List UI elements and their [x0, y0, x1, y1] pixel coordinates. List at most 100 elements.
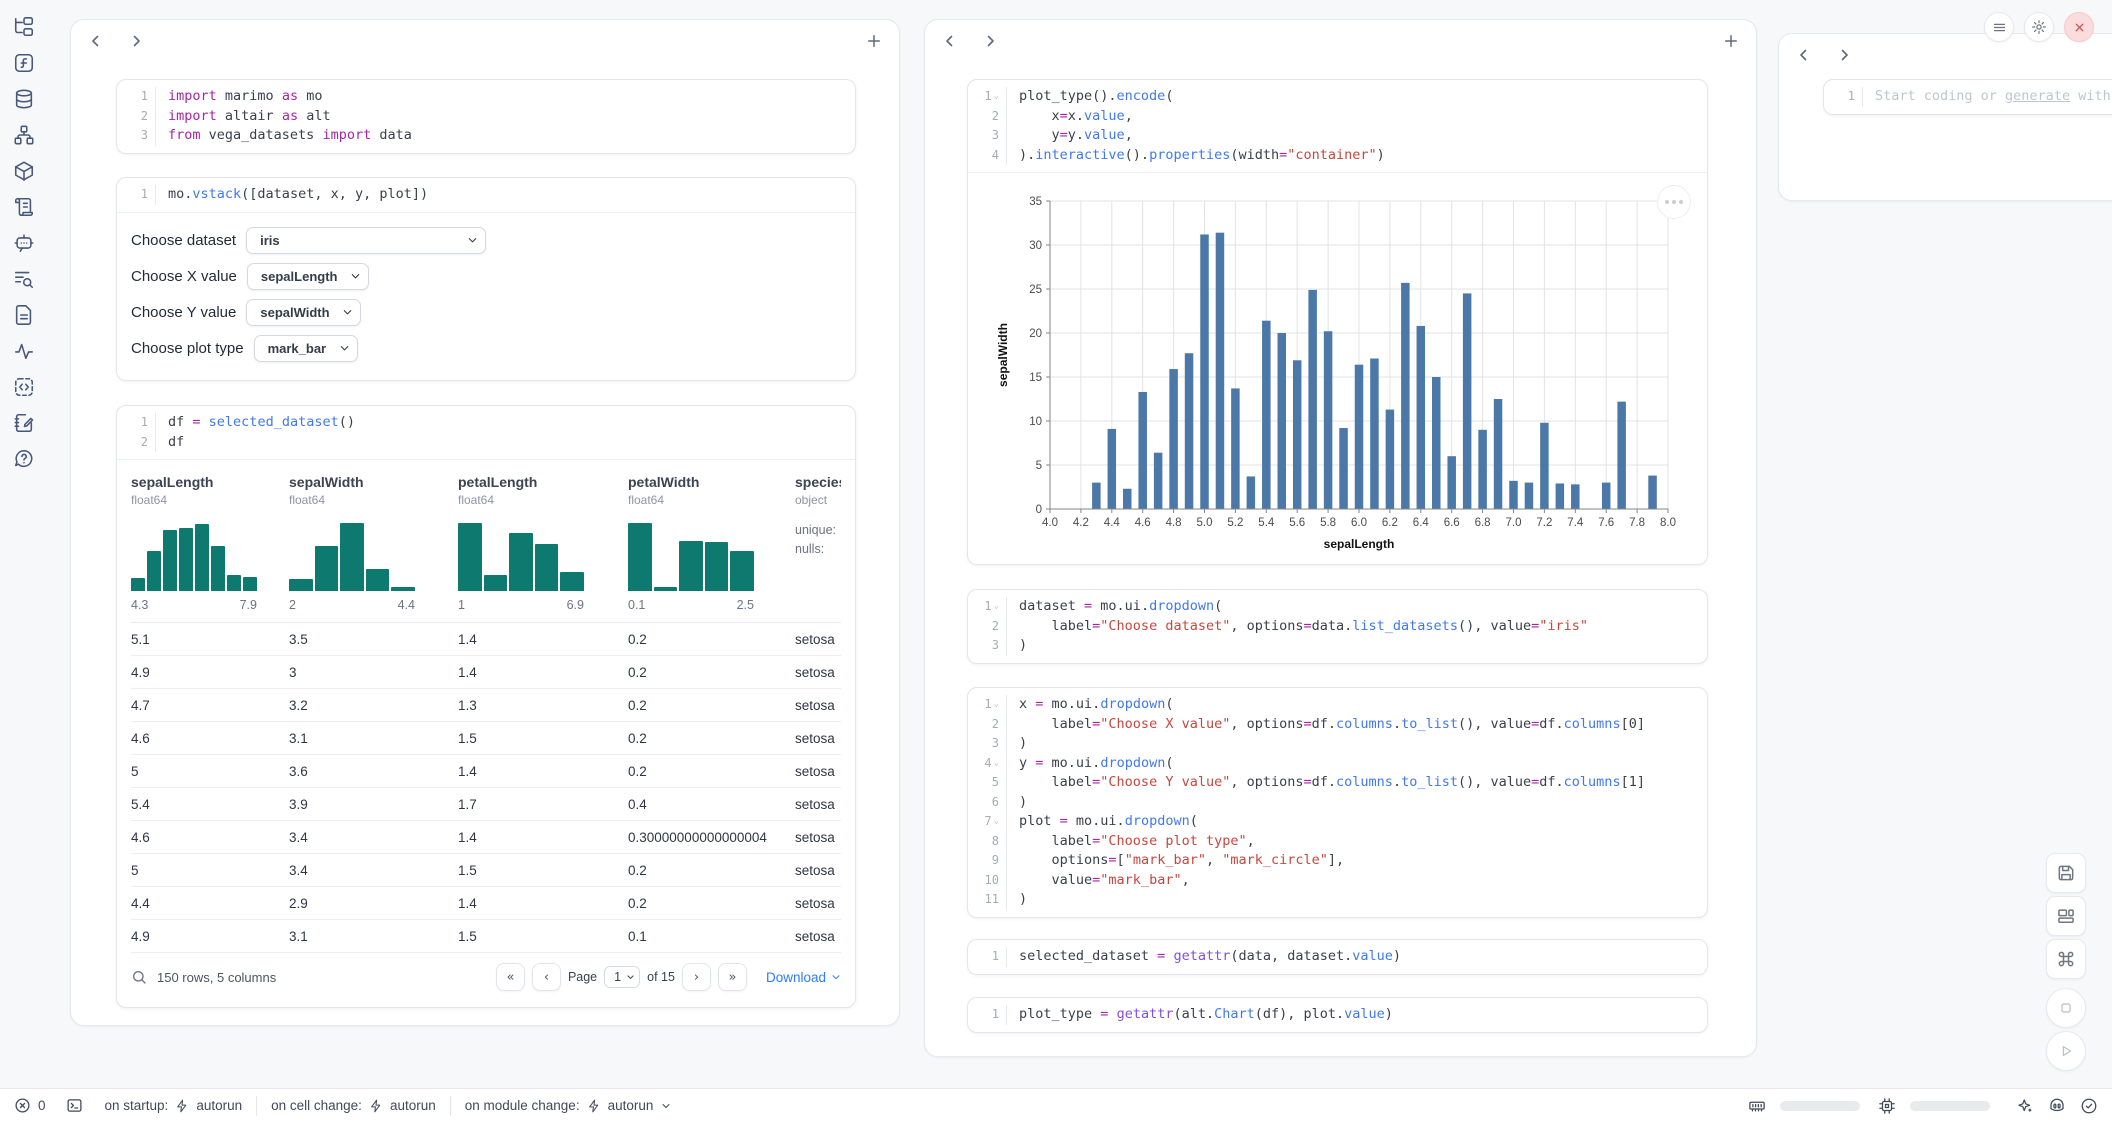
- column-header-sepalWidth[interactable]: sepalWidthfloat6424.4: [289, 474, 458, 612]
- close-button[interactable]: [2064, 12, 2094, 42]
- file-tree-icon[interactable]: [13, 16, 35, 38]
- fold-caret-icon[interactable]: ⌄: [994, 758, 999, 768]
- text-search-icon[interactable]: [13, 268, 35, 290]
- code-text[interactable]: ): [1006, 734, 1695, 754]
- code-text[interactable]: import marimo as mo: [155, 87, 843, 107]
- control-select-y-value[interactable]: sepalWidth: [246, 299, 361, 326]
- nav-prev-icon[interactable]: [87, 32, 105, 50]
- file-text-icon[interactable]: [13, 304, 35, 326]
- code-box-icon[interactable]: [13, 376, 35, 398]
- code-text[interactable]: y = mo.ui.dropdown(: [1006, 754, 1695, 774]
- fold-caret-icon[interactable]: ⌄: [994, 91, 999, 101]
- column-header-species[interactable]: speciesobjectunique:nulls:: [795, 474, 841, 612]
- code-text[interactable]: label="Choose Y value", options=df.colum…: [1006, 773, 1695, 793]
- code-text[interactable]: ): [1006, 793, 1695, 813]
- control-select-dataset[interactable]: iris: [246, 227, 486, 254]
- first-page-button[interactable]: «: [496, 963, 525, 991]
- nav-next-icon[interactable]: [127, 32, 145, 50]
- code-text[interactable]: label="Choose plot type",: [1006, 832, 1695, 852]
- code-text[interactable]: plot = mo.ui.dropdown(: [1006, 812, 1695, 832]
- code-text[interactable]: x=x.value,: [1006, 107, 1695, 127]
- network-icon[interactable]: [13, 124, 35, 146]
- code-text[interactable]: df = selected_dataset(): [155, 413, 843, 433]
- last-page-button[interactable]: »: [718, 963, 747, 991]
- add-cell-icon[interactable]: [1722, 32, 1740, 50]
- command-palette-button[interactable]: [2046, 939, 2086, 979]
- database-icon[interactable]: [13, 88, 35, 110]
- page-select[interactable]: 1: [604, 966, 640, 988]
- control-select-x-value[interactable]: sepalLength: [247, 263, 369, 290]
- table-row[interactable]: 5.43.91.70.4setosa: [131, 788, 841, 821]
- fold-caret-icon[interactable]: ⌄: [994, 699, 999, 709]
- table-row[interactable]: 4.42.91.40.2setosa: [131, 887, 841, 920]
- settings-button[interactable]: [2024, 12, 2054, 42]
- generate-with-ai-link[interactable]: generate: [2005, 88, 2070, 104]
- code-text[interactable]: value="mark_bar",: [1006, 871, 1695, 891]
- editor-placeholder[interactable]: Start coding or generate with: [1862, 87, 2112, 107]
- code-text[interactable]: label="Choose dataset", options=data.lis…: [1006, 617, 1695, 637]
- table-row[interactable]: 4.63.11.50.2setosa: [131, 722, 841, 755]
- nav-next-icon[interactable]: [1835, 46, 1853, 64]
- code-cell-dataset-dropdown[interactable]: 1⌄dataset = mo.ui.dropdown(2 label="Choo…: [967, 589, 1708, 664]
- code-text[interactable]: ): [1006, 890, 1695, 910]
- code-cell-xy-dropdowns[interactable]: 1⌄x = mo.ui.dropdown(2 label="Choose X v…: [967, 687, 1708, 918]
- table-row[interactable]: 53.61.40.2setosa: [131, 755, 841, 788]
- code-cell-vstack[interactable]: 1mo.vstack([dataset, x, y, plot]) Choose…: [116, 177, 856, 381]
- fold-caret-icon[interactable]: ⌄: [994, 816, 999, 826]
- code-text[interactable]: y=y.value,: [1006, 126, 1695, 146]
- code-text[interactable]: dataset = mo.ui.dropdown(: [1006, 597, 1695, 617]
- on-module-change-setting[interactable]: on module change: autorun: [465, 1098, 673, 1113]
- run-button[interactable]: [2046, 1031, 2086, 1071]
- column-histogram[interactable]: [131, 519, 257, 591]
- search-icon[interactable]: [131, 969, 147, 985]
- stop-button[interactable]: [2046, 988, 2086, 1028]
- copilot-icon[interactable]: [2048, 1097, 2066, 1115]
- code-cell-selected-dataset[interactable]: 1selected_dataset = getattr(data, datase…: [967, 939, 1708, 975]
- nav-next-icon[interactable]: [981, 32, 999, 50]
- save-button[interactable]: [2046, 853, 2086, 893]
- code-text[interactable]: plot_type = getattr(alt.Chart(df), plot.…: [1006, 1005, 1695, 1025]
- code-text[interactable]: ).interactive().properties(width="contai…: [1006, 146, 1695, 166]
- chart-options-button[interactable]: [1657, 185, 1691, 219]
- scroll-icon[interactable]: [13, 196, 35, 218]
- control-select-plot-type[interactable]: mark_bar: [254, 335, 358, 362]
- column-histogram[interactable]: [289, 519, 415, 591]
- code-text[interactable]: x = mo.ui.dropdown(: [1006, 695, 1695, 715]
- table-row[interactable]: 4.93.11.50.1setosa: [131, 920, 841, 953]
- prev-page-button[interactable]: ‹: [532, 963, 561, 991]
- empty-code-cell[interactable]: 1 Start coding or generate with: [1823, 79, 2112, 115]
- add-cell-icon[interactable]: [865, 32, 883, 50]
- layout-button[interactable]: [2046, 896, 2086, 936]
- function-square-icon[interactable]: [13, 52, 35, 74]
- table-row[interactable]: 4.73.21.30.2setosa: [131, 689, 841, 722]
- activity-icon[interactable]: [13, 340, 35, 362]
- code-text[interactable]: options=["mark_bar", "mark_circle"],: [1006, 851, 1695, 871]
- code-text[interactable]: ): [1006, 636, 1695, 656]
- code-text[interactable]: label="Choose X value", options=df.colum…: [1006, 715, 1695, 735]
- fold-caret-icon[interactable]: ⌄: [994, 601, 999, 611]
- code-cell-dataframe[interactable]: 1df = selected_dataset()2df sepalLengthf…: [116, 405, 856, 1008]
- download-button[interactable]: Download: [766, 970, 841, 985]
- code-cell-plot-type[interactable]: 1plot_type = getattr(alt.Chart(df), plot…: [967, 997, 1708, 1033]
- code-text[interactable]: selected_dataset = getattr(data, dataset…: [1006, 947, 1695, 967]
- menu-button[interactable]: [1984, 12, 2014, 42]
- on-startup-setting[interactable]: on startup: autorun: [105, 1098, 243, 1113]
- table-row[interactable]: 53.41.50.2setosa: [131, 854, 841, 887]
- bot-chat-icon[interactable]: [13, 232, 35, 254]
- on-cell-change-setting[interactable]: on cell change: autorun: [271, 1098, 436, 1113]
- help-bubble-icon[interactable]: [13, 448, 35, 470]
- table-row[interactable]: 5.13.51.40.2setosa: [131, 623, 841, 656]
- column-histogram[interactable]: [628, 519, 754, 591]
- notebook-pen-icon[interactable]: [13, 412, 35, 434]
- code-text[interactable]: from vega_datasets import data: [155, 126, 843, 146]
- column-header-petalWidth[interactable]: petalWidthfloat640.12.5: [628, 474, 795, 612]
- error-indicator[interactable]: 0: [14, 1097, 46, 1114]
- package-icon[interactable]: [13, 160, 35, 182]
- code-text[interactable]: import altair as alt: [155, 107, 843, 127]
- sparkles-icon[interactable]: [2016, 1097, 2034, 1115]
- column-histogram[interactable]: [458, 519, 584, 591]
- code-cell-chart[interactable]: 1⌄plot_type().encode(2 x=x.value,3 y=y.v…: [967, 79, 1708, 565]
- bar-chart[interactable]: 051015202530354.04.24.44.64.85.05.25.45.…: [994, 187, 1697, 560]
- column-header-sepalLength[interactable]: sepalLengthfloat644.37.9: [131, 474, 289, 612]
- connection-status-icon[interactable]: [2080, 1097, 2098, 1115]
